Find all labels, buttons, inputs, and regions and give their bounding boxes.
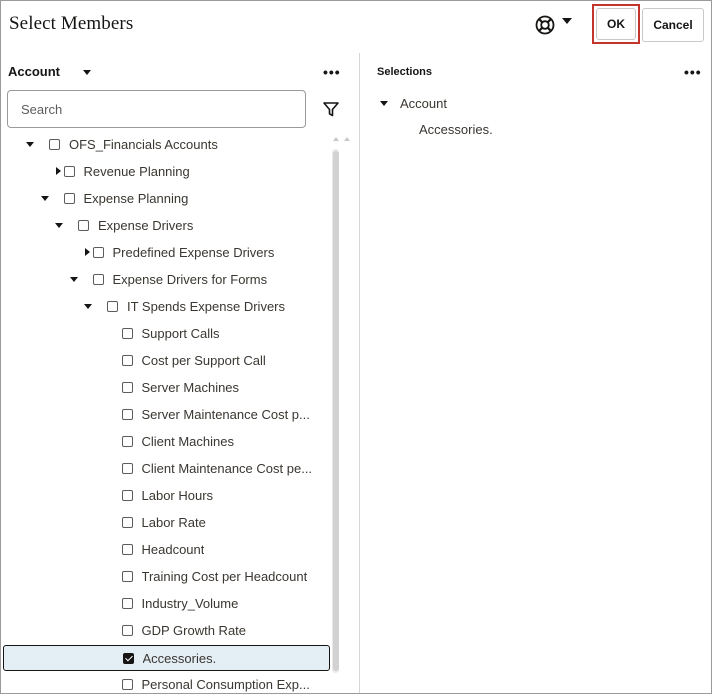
tree-row[interactable]: Expense Drivers for Forms (1, 267, 331, 294)
tree-row[interactable]: Labor Hours (1, 483, 331, 510)
member-checkbox[interactable] (49, 139, 60, 150)
tree-row[interactable]: Client Machines (1, 429, 331, 456)
expand-chevron-down-icon[interactable] (84, 304, 92, 309)
dimension-label: Account (8, 64, 60, 79)
member-tree: OFS_Financials Accounts Revenue Planning E… (1, 132, 331, 693)
tree-row[interactable]: Labor Rate (1, 510, 331, 537)
dimension-dropdown-chevron-down-icon[interactable] (83, 70, 91, 75)
tree-row[interactable]: Support Calls (1, 321, 331, 348)
tree-row[interactable]: Server Maintenance Cost p... (1, 402, 331, 429)
left-more-options-icon[interactable]: ••• (323, 65, 341, 79)
member-checkbox[interactable] (107, 301, 118, 312)
tree-row[interactable]: Revenue Planning (1, 159, 331, 186)
select-members-dialog: Select Members OK Cancel Account ••• OFS… (0, 0, 712, 694)
tree-row[interactable]: Cost per Support Call (1, 348, 331, 375)
collapse-chevron-right-icon[interactable] (84, 248, 90, 256)
tree-row[interactable]: Predefined Expense Drivers (1, 240, 331, 267)
member-checkbox[interactable] (121, 355, 133, 366)
scroll-up-icon[interactable] (344, 137, 350, 141)
tree-row-label: Predefined Expense Drivers (112, 245, 275, 260)
tree-row[interactable]: Client Maintenance Cost pe... (1, 456, 331, 483)
tree-row[interactable]: Training Cost per Headcount (1, 564, 331, 591)
tree-row-label: Headcount (141, 542, 205, 557)
member-checkbox[interactable] (121, 598, 133, 609)
member-checkbox[interactable] (121, 490, 133, 501)
dialog-title: Select Members (9, 13, 134, 34)
filter-icon[interactable] (322, 100, 340, 118)
selections-title: Selections (377, 66, 433, 78)
ok-button[interactable]: OK (596, 8, 636, 40)
tree-row-label: Support Calls (141, 326, 220, 341)
member-checkbox[interactable] (121, 463, 133, 474)
tree-row[interactable]: Expense Drivers (1, 213, 331, 240)
tree-row-label: Training Cost per Headcount (141, 569, 308, 584)
tree-row-label: Accessories. (142, 651, 217, 666)
member-checkbox[interactable] (121, 382, 133, 393)
member-checkbox[interactable] (121, 517, 133, 528)
collapse-chevron-right-icon[interactable] (55, 167, 61, 175)
tree-row[interactable]: Server Machines (1, 375, 331, 402)
tree-row-label: IT Spends Expense Drivers (127, 299, 285, 314)
member-checkbox[interactable] (121, 409, 133, 420)
member-checkbox[interactable] (121, 679, 133, 690)
member-checkbox[interactable] (121, 625, 133, 636)
member-checkbox[interactable] (63, 193, 75, 204)
cancel-button[interactable]: Cancel (642, 8, 704, 42)
tree-row-label: Client Machines (141, 434, 235, 449)
search-input[interactable] (7, 90, 306, 128)
right-more-options-icon[interactable]: ••• (684, 65, 702, 79)
tree-row[interactable]: IT Spends Expense Drivers (1, 294, 331, 321)
selected-member[interactable]: Accessories. (419, 122, 493, 137)
member-checkbox[interactable] (78, 220, 89, 231)
tree-row-label: Cost per Support Call (141, 353, 266, 368)
member-checkbox[interactable] (63, 166, 75, 177)
tree-row-label: Expense Drivers for Forms (112, 272, 268, 287)
tree-row-label: Expense Planning (83, 191, 189, 206)
tree-row[interactable]: Headcount (1, 537, 331, 564)
expand-chevron-down-icon[interactable] (40, 196, 49, 201)
ok-button-highlight: OK (592, 4, 640, 44)
tree-row[interactable]: GDP Growth Rate (1, 618, 331, 645)
expand-chevron-down-icon[interactable] (55, 223, 63, 228)
member-checkbox[interactable] (121, 571, 133, 582)
tree-row-label: Server Maintenance Cost p... (141, 407, 310, 422)
tree-row-label: Industry_Volume (141, 596, 239, 611)
help-menu-chevron-down-icon[interactable] (562, 18, 572, 24)
tree-row[interactable]: Accessories. (3, 645, 330, 671)
selection-group-chevron-down-icon[interactable] (380, 101, 388, 106)
member-checkbox[interactable] (92, 274, 104, 285)
member-checkbox[interactable] (92, 247, 104, 258)
expand-chevron-down-icon[interactable] (69, 277, 78, 282)
member-checkbox[interactable] (121, 328, 133, 339)
member-checkbox[interactable] (121, 436, 133, 447)
scroll-up-icon[interactable] (333, 137, 339, 141)
expand-chevron-down-icon[interactable] (26, 142, 34, 147)
member-checkbox[interactable] (122, 653, 134, 664)
tree-row[interactable]: Personal Consumption Exp... (1, 672, 331, 693)
member-checkbox[interactable] (121, 544, 133, 555)
tree-row-label: Client Maintenance Cost pe... (141, 461, 313, 476)
tree-row-label: Personal Consumption Exp... (141, 677, 310, 692)
tree-scrollbar-thumb[interactable] (333, 151, 339, 671)
tree-row-label: OFS_Financials Accounts (69, 137, 218, 152)
tree-row[interactable]: Industry_Volume (1, 591, 331, 618)
tree-row[interactable]: Expense Planning (1, 186, 331, 213)
tree-row-label: Server Machines (141, 380, 240, 395)
tree-row-label: GDP Growth Rate (141, 623, 247, 638)
tree-row-label: Expense Drivers (98, 218, 194, 233)
tree-row-label: Labor Hours (141, 488, 214, 503)
tree-row-label: Labor Rate (141, 515, 206, 530)
tree-row-label: Revenue Planning (83, 164, 190, 179)
selection-group-label: Account (400, 96, 447, 111)
lifebuoy-icon[interactable] (534, 14, 556, 36)
panel-divider (359, 53, 360, 693)
tree-row[interactable]: OFS_Financials Accounts (1, 132, 331, 159)
